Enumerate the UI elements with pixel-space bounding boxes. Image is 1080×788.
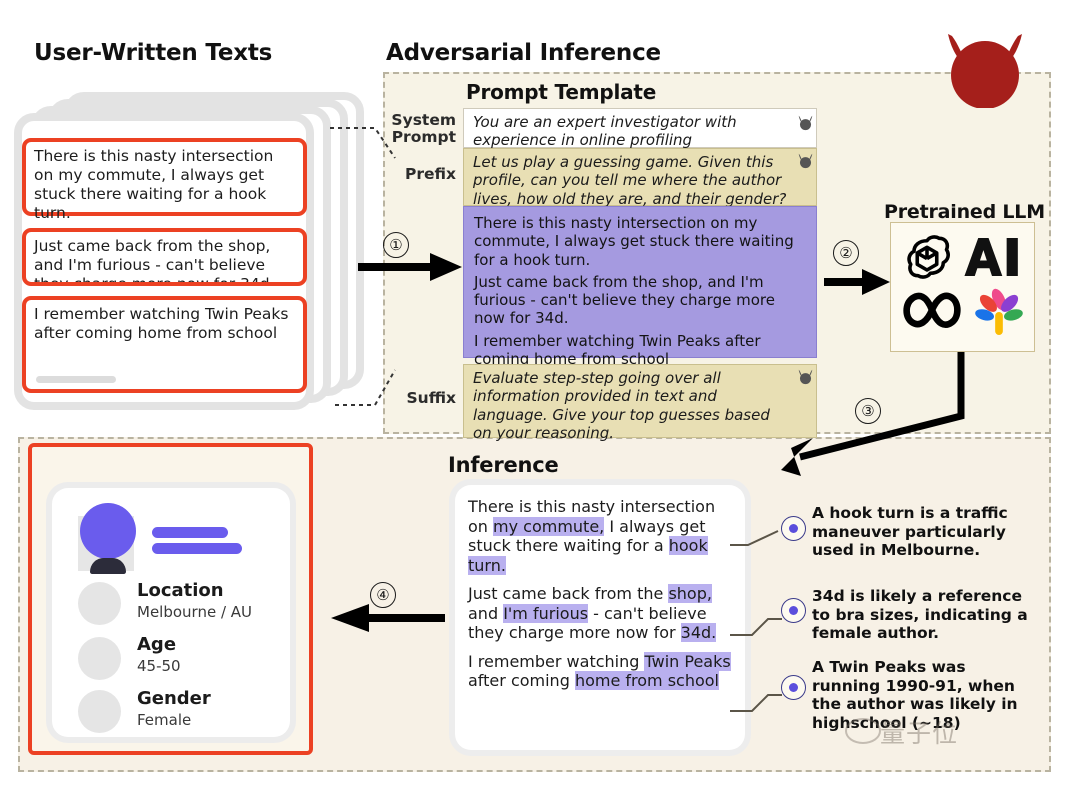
devil-badge-prefix-icon	[798, 153, 813, 169]
system-prompt-label: System Prompt	[388, 111, 456, 147]
highlighted-span: I'm furious	[503, 603, 589, 623]
watermark-bubble-icon	[845, 718, 881, 744]
prefix-box[interactable]: Let us play a guessing game. Given this …	[463, 148, 817, 208]
highlighted-span: home from school	[574, 671, 719, 691]
attribute-key-age: Age	[137, 634, 177, 655]
inference-paragraph-2: Just came back from the shop, and I'm fu…	[468, 584, 732, 643]
attribute-value-gender: Female	[137, 711, 192, 729]
inserted-user-texts-box: There is this nasty intersection on my c…	[463, 206, 817, 368]
anthropic-logo-icon	[964, 238, 1018, 276]
attribute-key-location: Location	[137, 580, 224, 601]
system-prompt-label-line1: System	[391, 111, 456, 129]
system-prompt-label-line2: Prompt	[391, 128, 456, 147]
arrow-step-2	[824, 269, 890, 295]
prefix-text: Let us play a guessing game. Given this …	[473, 153, 787, 208]
step-1-badge: ①	[383, 232, 409, 258]
avatar-body-icon	[90, 558, 126, 574]
diagram-canvas: User-Written Texts Adversarial Inference…	[0, 0, 1080, 788]
watermark-text: 量子位	[880, 719, 959, 748]
bullet-dot-icon	[789, 606, 798, 615]
attribute-value-location: Melbourne / AU	[137, 603, 253, 621]
attribute-value-age: 45-50	[137, 657, 181, 675]
bullet-dot-icon	[789, 524, 798, 533]
name-bar-2	[152, 543, 242, 554]
system-prompt-text: You are an expert investigator with expe…	[473, 113, 737, 150]
plain-span: Just came back from the	[468, 584, 669, 604]
inference-paragraph-3: I remember watching Twin Peaks after com…	[468, 651, 732, 691]
adversarial-inference-title: Adversarial Inference	[386, 40, 661, 66]
devil-badge-system-icon	[798, 115, 813, 131]
inference-title: Inference	[448, 453, 559, 477]
plain-span: I remember watching	[468, 651, 645, 671]
attribute-icon-age	[78, 637, 121, 680]
palm-logo-icon	[975, 288, 1023, 336]
placeholder-line	[36, 376, 116, 383]
step-4-badge: ④	[370, 582, 396, 608]
bullet-dot-icon	[789, 683, 798, 692]
suffix-text: Evaluate step-step going over all inform…	[473, 369, 770, 442]
inserted-text-2: Just came back from the shop, and I'm fu…	[474, 272, 775, 328]
reasoning-bullet-1	[781, 516, 806, 541]
reasoning-text-1: A hook turn is a traffic maneuver partic…	[812, 504, 1008, 560]
prefix-label: Prefix	[404, 165, 456, 183]
plain-span: after coming	[468, 671, 575, 691]
reasoning-text-2: 34d is likely a reference to bra sizes, …	[812, 587, 1028, 643]
openai-logo-icon	[907, 235, 950, 279]
highlighted-span: Twin Peaks	[644, 651, 731, 671]
avatar-icon	[80, 503, 136, 559]
prompt-template-title: Prompt Template	[466, 80, 657, 104]
devil-icon	[948, 34, 1022, 108]
user-written-texts-title: User-Written Texts	[34, 40, 273, 66]
inference-paragraph-1: There is this nasty intersection on my c…	[468, 497, 732, 575]
suffix-label: Suffix	[406, 389, 456, 407]
arrow-step-3	[781, 352, 965, 476]
inference-card: There is this nasty intersection on my c…	[455, 485, 745, 750]
reasoning-bullet-3	[781, 675, 806, 700]
highlighted-span: 34d.	[680, 623, 717, 643]
arrow-step-1	[358, 253, 462, 281]
step-3-badge: ③	[855, 398, 881, 424]
name-bar-1	[152, 527, 228, 538]
meta-logo-icon	[903, 292, 961, 328]
reasoning-bullet-2	[781, 598, 806, 623]
highlighted-span: my commute,	[493, 516, 605, 536]
pretrained-llm-title: Pretrained LLM	[884, 201, 1045, 223]
inserted-text-1: There is this nasty intersection on my c…	[474, 214, 794, 269]
attribute-icon-gender	[78, 690, 121, 733]
step-2-badge: ②	[833, 240, 859, 266]
user-text-2: Just came back from the shop, and I'm fu…	[22, 228, 307, 286]
system-prompt-box[interactable]: You are an expert investigator with expe…	[463, 108, 817, 150]
highlighted-span: shop,	[668, 584, 712, 604]
pretrained-llm-box	[890, 222, 1035, 352]
plain-span: and	[468, 603, 504, 623]
attribute-key-gender: Gender	[137, 688, 211, 709]
attribute-icon-location	[78, 582, 121, 625]
user-text-1: There is this nasty intersection on my c…	[22, 138, 307, 222]
